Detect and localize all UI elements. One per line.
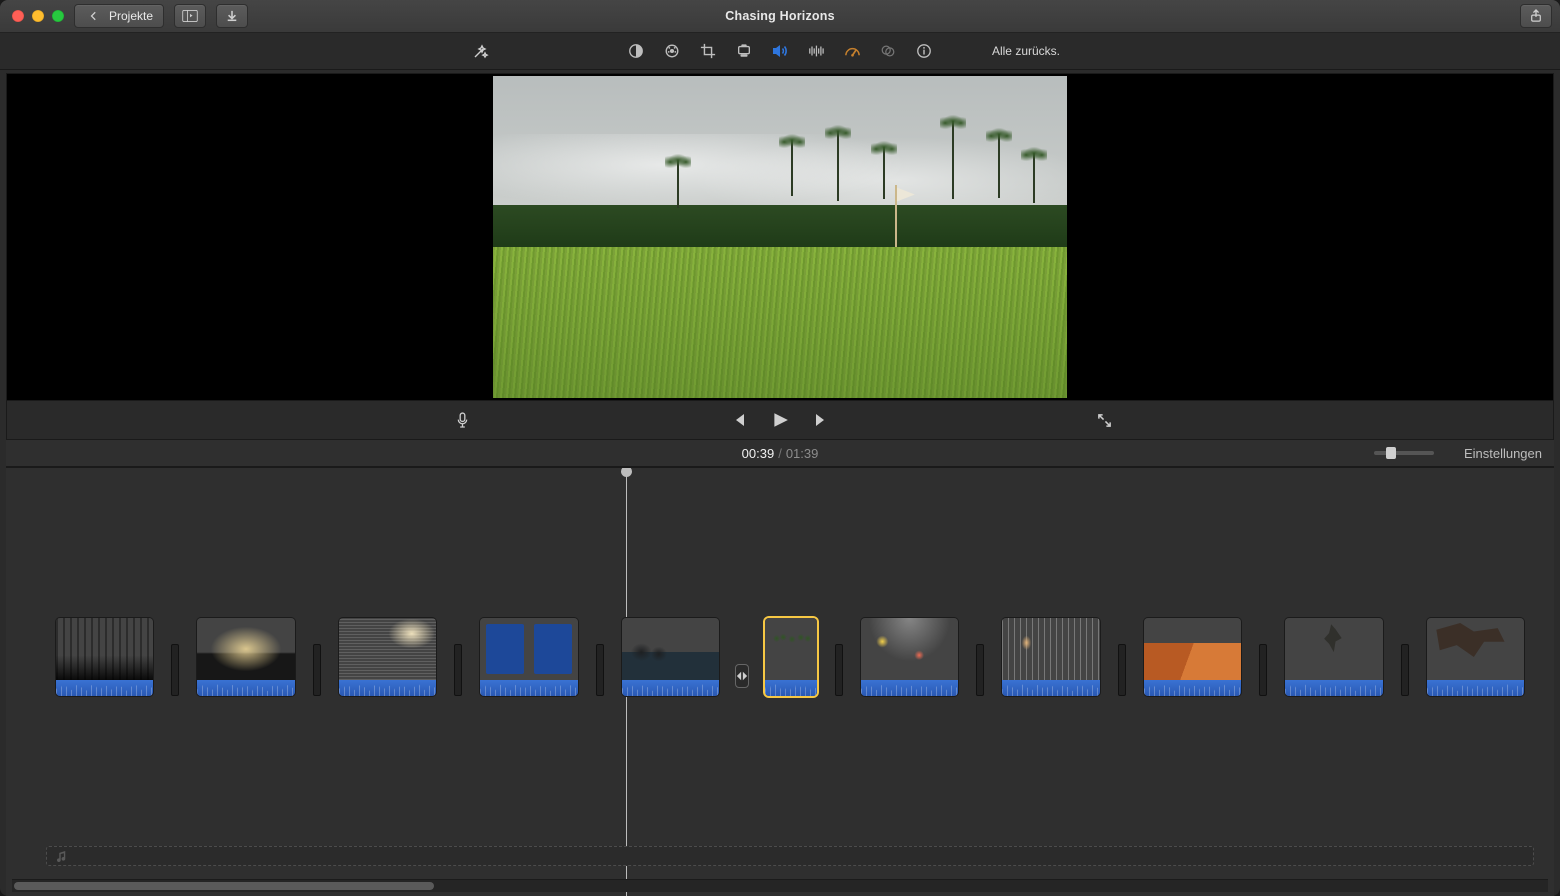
transition-button[interactable] bbox=[735, 664, 749, 688]
crop-icon[interactable] bbox=[699, 42, 717, 60]
transition-gap[interactable] bbox=[454, 640, 462, 696]
clip-audio-waveform bbox=[765, 680, 817, 696]
chevron-left-icon bbox=[85, 7, 103, 25]
back-label: Projekte bbox=[109, 9, 153, 23]
clip-track bbox=[56, 618, 1524, 696]
info-icon[interactable] bbox=[915, 42, 933, 60]
stabilize-icon[interactable] bbox=[735, 42, 753, 60]
minimize-window-button[interactable] bbox=[32, 10, 44, 22]
volume-icon[interactable] bbox=[771, 42, 789, 60]
timeline-settings-button[interactable]: Einstellungen bbox=[1464, 446, 1542, 461]
clip-jumper[interactable] bbox=[1285, 618, 1382, 696]
reset-all-button[interactable]: Alle zurücks. bbox=[992, 44, 1060, 58]
transition-gap[interactable] bbox=[1118, 640, 1126, 696]
playbar bbox=[6, 401, 1554, 440]
inspector-toolbar: Alle zurücks. bbox=[0, 33, 1560, 70]
clip-thumbnail bbox=[1285, 618, 1382, 680]
back-to-projects-button[interactable]: Projekte bbox=[74, 4, 164, 28]
clip-audio-waveform bbox=[56, 680, 153, 696]
share-icon bbox=[1527, 7, 1545, 25]
timeline-zoom-slider[interactable] bbox=[1374, 451, 1434, 455]
transition-gap[interactable] bbox=[835, 640, 843, 696]
transition-gap[interactable] bbox=[1259, 640, 1267, 696]
timeline-infobar: 00:39 / 01:39 Einstellungen bbox=[6, 440, 1554, 467]
clip-thumbnail bbox=[1144, 618, 1241, 680]
color-wheel-icon[interactable] bbox=[663, 42, 681, 60]
clip-thumbnail bbox=[1427, 618, 1524, 680]
clip-thumbnail bbox=[765, 618, 817, 680]
viewer-panel bbox=[6, 73, 1554, 401]
play-button[interactable] bbox=[771, 411, 789, 429]
library-media-button[interactable] bbox=[174, 4, 206, 28]
clip-pool[interactable] bbox=[861, 618, 958, 696]
next-button[interactable] bbox=[813, 411, 831, 429]
clip-boardwalk[interactable] bbox=[1002, 618, 1099, 696]
zoom-window-button[interactable] bbox=[52, 10, 64, 22]
fullscreen-button[interactable] bbox=[1095, 411, 1113, 429]
clip-misty-road[interactable] bbox=[197, 618, 294, 696]
enhance-icon[interactable] bbox=[472, 42, 490, 60]
time-separator: / bbox=[778, 446, 782, 461]
inspector-icons bbox=[627, 42, 933, 60]
scrollbar-thumb[interactable] bbox=[14, 882, 434, 890]
clip-dunes[interactable] bbox=[1144, 618, 1241, 696]
clip-audio-waveform bbox=[1144, 680, 1241, 696]
titlebar: Projekte Chasing Horizons bbox=[0, 0, 1560, 33]
clip-forest[interactable] bbox=[56, 618, 153, 696]
transition-gap[interactable] bbox=[596, 640, 604, 696]
clip-audio-waveform bbox=[197, 680, 294, 696]
transition-gap[interactable] bbox=[1401, 640, 1409, 696]
clip-sunset-sea[interactable] bbox=[339, 618, 436, 696]
clip-thumbnail bbox=[1002, 618, 1099, 680]
clip-audio-waveform bbox=[1427, 680, 1524, 696]
clip-thumbnail bbox=[339, 618, 436, 680]
color-balance-icon[interactable] bbox=[627, 42, 645, 60]
music-track[interactable] bbox=[46, 846, 1534, 866]
clip-rice-field[interactable] bbox=[765, 618, 817, 696]
preview-frame bbox=[493, 76, 1067, 398]
transition-gap[interactable] bbox=[171, 640, 179, 696]
share-button[interactable] bbox=[1520, 4, 1552, 28]
noise-icon[interactable] bbox=[807, 42, 825, 60]
transition-gap[interactable] bbox=[976, 640, 984, 696]
time-readout: 00:39 / 01:39 bbox=[742, 446, 819, 461]
transition-gap[interactable] bbox=[737, 672, 747, 696]
clip-thumbnail bbox=[861, 618, 958, 680]
transition-gap[interactable] bbox=[313, 640, 321, 696]
clip-thumbnail bbox=[622, 618, 719, 680]
clip-audio-waveform bbox=[622, 680, 719, 696]
window-controls bbox=[12, 10, 64, 22]
voiceover-button[interactable] bbox=[453, 411, 471, 429]
clip-audio-waveform bbox=[339, 680, 436, 696]
download-icon bbox=[223, 7, 241, 25]
clip-beach-rocks[interactable] bbox=[622, 618, 719, 696]
speed-icon[interactable] bbox=[843, 42, 861, 60]
clip-thumbnail bbox=[197, 618, 294, 680]
time-duration: 01:39 bbox=[786, 446, 819, 461]
clip-audio-waveform bbox=[861, 680, 958, 696]
clip-audio-waveform bbox=[1285, 680, 1382, 696]
horizontal-scrollbar[interactable] bbox=[12, 879, 1548, 892]
close-window-button[interactable] bbox=[12, 10, 24, 22]
project-title: Chasing Horizons bbox=[725, 9, 834, 23]
clip-audio-waveform bbox=[480, 680, 577, 696]
time-current: 00:39 bbox=[742, 446, 775, 461]
video-canvas[interactable] bbox=[7, 74, 1553, 400]
clip-thumbnail bbox=[480, 618, 577, 680]
clip-runner[interactable] bbox=[1427, 618, 1524, 696]
app-window: Projekte Chasing Horizons bbox=[0, 0, 1560, 896]
clip-blue-panels[interactable] bbox=[480, 618, 577, 696]
library-media-icon bbox=[181, 7, 199, 25]
clip-audio-waveform bbox=[1002, 680, 1099, 696]
transport-controls bbox=[729, 411, 831, 429]
import-button[interactable] bbox=[216, 4, 248, 28]
music-note-icon bbox=[53, 847, 71, 865]
timeline[interactable] bbox=[6, 467, 1554, 896]
clip-thumbnail bbox=[56, 618, 153, 680]
prev-button[interactable] bbox=[729, 411, 747, 429]
filters-icon[interactable] bbox=[879, 42, 897, 60]
